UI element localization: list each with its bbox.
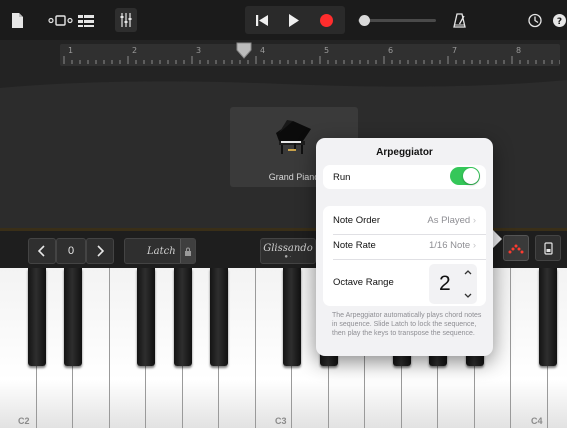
black-key[interactable] (27, 268, 46, 366)
black-key[interactable] (210, 268, 228, 366)
bar-number: 6 (388, 46, 394, 55)
my-songs-icon[interactable] (10, 12, 24, 29)
black-key[interactable] (283, 268, 301, 366)
chevron-left-icon (38, 245, 45, 257)
run-toggle[interactable] (450, 167, 480, 185)
mixer-icon (120, 13, 132, 27)
record-icon[interactable] (318, 12, 335, 29)
divider (333, 259, 486, 260)
black-key[interactable] (137, 268, 155, 366)
bar-number: 5 (324, 46, 330, 55)
stage-curve (0, 76, 567, 88)
black-key[interactable] (173, 268, 192, 366)
note-rate-value: 1/16 Note › (428, 240, 476, 251)
browser-icon[interactable] (48, 12, 74, 29)
page-dots: ● · (284, 253, 292, 260)
arpeggiator-help-text: The Arpeggiator automatically plays chor… (332, 312, 482, 337)
note-order-row[interactable]: Note Order As Played › (333, 215, 476, 226)
chevron-right-icon (97, 245, 104, 257)
latch-handle[interactable] (180, 239, 195, 263)
svg-text:?: ? (557, 17, 562, 27)
black-key[interactable] (64, 268, 82, 366)
popover-title: Arpeggiator (376, 147, 433, 158)
note-rate-label: Note Rate (333, 240, 376, 251)
popover-arrow (493, 230, 502, 248)
ruler-ticks (63, 56, 560, 64)
metronome-icon[interactable] (452, 12, 467, 29)
toggle-knob (463, 168, 479, 184)
key-label-c2: C2 (18, 416, 30, 426)
bar-number: 1 (68, 46, 74, 55)
bar-number: 7 (452, 46, 458, 55)
octave-range-value: 2 (439, 272, 451, 295)
timeline-ruler[interactable]: 1 2 3 4 5 6 7 8 (0, 40, 567, 76)
octave-down-button[interactable] (28, 238, 56, 264)
bar-number: 8 (516, 46, 522, 55)
octave-up-button[interactable] (86, 238, 114, 264)
volume-slider-knob[interactable] (359, 15, 370, 26)
latch-label: Latch (147, 245, 176, 257)
bar-number: 2 (132, 46, 138, 55)
arpeggiator-popover: Arpeggiator Run Note Order As Played › N… (316, 138, 493, 356)
bar-number: 4 (260, 46, 266, 55)
mixer-button[interactable] (115, 8, 137, 32)
divider (333, 234, 486, 235)
chevron-right-icon: › (472, 240, 476, 251)
tracks-view-icon[interactable] (77, 12, 95, 29)
key-label-c4: C4 (531, 416, 543, 426)
note-rate-row[interactable]: Note Rate 1/16 Note › (333, 240, 476, 251)
octave-value: 0 (56, 238, 86, 264)
playhead-icon[interactable] (236, 42, 252, 60)
note-order-label: Note Order (333, 215, 380, 226)
arpeggiator-button[interactable] (503, 235, 529, 261)
chevron-up-icon[interactable] (464, 269, 472, 275)
note-order-value: As Played › (427, 215, 476, 226)
go-to-beginning-icon[interactable] (255, 12, 269, 29)
grand-piano-icon (276, 120, 311, 154)
arpeggiator-icon (508, 244, 524, 254)
keyboard-layout-icon (544, 242, 553, 255)
latch-switch[interactable]: Latch (124, 238, 196, 264)
ruler-track[interactable]: 1 2 3 4 5 6 7 8 (60, 44, 560, 66)
glissando-selector[interactable]: Glissando ● · (260, 238, 316, 264)
help-icon[interactable]: ? (552, 12, 567, 29)
loops-icon[interactable] (527, 12, 543, 29)
play-icon[interactable] (287, 12, 300, 29)
chevron-down-icon[interactable] (464, 293, 472, 299)
octave-range-stepper[interactable]: 2 (429, 264, 477, 304)
top-control-bar: ? (0, 0, 567, 40)
key-label-c3: C3 (275, 416, 287, 426)
black-key[interactable] (538, 268, 557, 366)
lock-icon (185, 247, 191, 256)
chevron-right-icon: › (472, 215, 476, 226)
glissando-label: Glissando (263, 242, 313, 254)
keyboard-settings-button[interactable] (535, 235, 561, 261)
bar-number: 3 (196, 46, 202, 55)
